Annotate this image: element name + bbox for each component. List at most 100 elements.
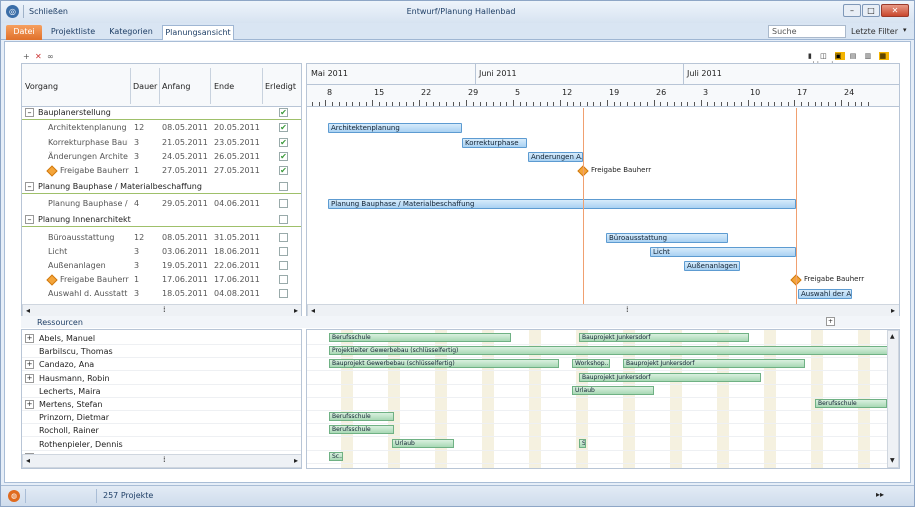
collapse-icon[interactable]: – — [25, 108, 34, 117]
resource-row[interactable]: + Mertens, Stefan — [22, 398, 301, 411]
resource-bar[interactable]: Workshop... — [572, 359, 610, 369]
resource-bar[interactable]: S — [579, 438, 586, 448]
resource-row[interactable]: Rocholl, Rainer — [22, 424, 301, 438]
resource-bar[interactable]: Sc... — [329, 451, 343, 461]
resource-bar[interactable]: Bauprojekt Junkersdorf — [579, 333, 749, 342]
resource-bar[interactable]: Bauprojekt Gewerbebau (schlüsselfertig) — [329, 359, 559, 369]
month-label: Mai 2011 — [311, 69, 348, 78]
task-group-row[interactable]: – Bauplanerstellung ✔ — [22, 106, 301, 120]
task-bar[interactable]: Korrekturphase — [462, 138, 527, 148]
resource-bar[interactable]: Urlaub — [572, 385, 654, 395]
column-header-erledigt[interactable]: Erledigt — [265, 82, 296, 91]
expand-icon[interactable]: + — [25, 373, 34, 383]
resource-gantt-vscroll[interactable]: ▲ ▼ — [887, 330, 899, 468]
done-checkbox[interactable] — [279, 182, 288, 191]
done-checkbox[interactable] — [279, 215, 288, 224]
task-row[interactable]: Büroausstattung 12 08.05.2011 31.05.2011 — [22, 231, 301, 245]
delete-icon[interactable]: ✕ — [35, 52, 42, 61]
task-bar[interactable]: Architektenplanung — [328, 123, 462, 133]
search-input[interactable]: Suche — [768, 25, 846, 38]
tab-planungsansicht[interactable]: Planungsansicht — [162, 25, 234, 40]
tick — [740, 102, 742, 106]
column-header-dauer[interactable]: Dauer — [133, 82, 157, 91]
day-label: 26 — [656, 88, 667, 97]
resource-bar[interactable]: Bauprojekt Junkersdorf — [623, 359, 805, 369]
task-row[interactable]: Änderungen Architekt 3 24.05.2011 26.05.201… — [22, 150, 301, 164]
link-icon[interactable]: ∞ — [47, 52, 54, 61]
task-bar[interactable]: Änderungen A... — [528, 152, 583, 162]
done-checkbox[interactable] — [279, 233, 288, 242]
minimize-button[interactable]: – — [843, 4, 861, 17]
column-header-anfang[interactable]: Anfang — [162, 82, 190, 91]
tab-kategorien[interactable]: Kategorien — [105, 25, 157, 40]
resource-bar[interactable]: Berufsschule — [329, 412, 394, 422]
done-checkbox[interactable] — [279, 275, 288, 284]
tick — [640, 102, 642, 106]
done-checkbox[interactable] — [279, 247, 288, 256]
task-name: Licht — [48, 247, 68, 256]
close-document-button[interactable]: Schließen — [29, 7, 68, 16]
column-header-vorgang[interactable]: Vorgang — [25, 82, 58, 91]
expand-icon[interactable]: + — [25, 400, 34, 409]
resource-name: Candazo, Ana — [39, 360, 95, 370]
recent-filter-dropdown[interactable]: Letzte Filter — [851, 26, 903, 37]
task-row[interactable]: Planung Bauphase / M... 4 29.05.2011 04.06.… — [22, 197, 301, 211]
resource-row[interactable]: Rothenpieler, Dennis — [22, 438, 301, 451]
task-duration: 4 — [134, 199, 140, 208]
task-row[interactable]: Freigabe Bauherr 1 27.05.2011 27.05.2011 ✔ — [22, 164, 301, 178]
task-group-row[interactable]: – Planung Bauphase / Materialbeschaffung — [22, 180, 301, 194]
task-bar[interactable]: Licht — [650, 247, 796, 257]
task-row[interactable]: Architektenplanung 12 08.05.2011 20.05.2011… — [22, 121, 301, 135]
done-checkbox[interactable]: ✔ — [279, 108, 288, 117]
resource-row[interactable]: Barbilscu, Thomas — [22, 345, 301, 359]
done-checkbox[interactable]: ✔ — [279, 123, 288, 132]
resource-row[interactable]: + Candazo, Ana — [22, 358, 301, 372]
task-row[interactable]: Freigabe Bauherr 1 17.06.2011 17.06.2011 — [22, 273, 301, 287]
tab-datei[interactable]: Datei — [6, 25, 42, 40]
resource-list-scrollbar[interactable]: ◂ ⁞ ▸ — [22, 454, 301, 468]
expand-icon[interactable]: + — [25, 360, 34, 370]
resource-bar[interactable]: Berufsschule — [329, 425, 394, 435]
add-icon[interactable]: + — [23, 52, 30, 61]
tick — [667, 102, 669, 106]
column-header-ende[interactable]: Ende — [214, 82, 234, 91]
task-bar[interactable]: Planung Bauphase / Materialbeschaffung — [328, 199, 796, 209]
task-bar[interactable]: Außenanlagen — [684, 261, 740, 271]
task-bar[interactable]: Auswahl der Au... — [798, 289, 852, 299]
task-end: 26.05.2011 — [214, 152, 260, 161]
tick — [593, 102, 595, 106]
collapse-icon[interactable]: – — [25, 182, 34, 191]
task-start: 21.05.2011 — [162, 138, 208, 147]
collapse-icon[interactable]: – — [25, 215, 34, 224]
expand-icon[interactable]: + — [25, 334, 34, 343]
resource-bar[interactable]: Berufsschule — [329, 333, 511, 342]
resource-row[interactable]: + Abels, Manuel — [22, 332, 301, 345]
done-checkbox[interactable] — [279, 199, 288, 208]
tick — [626, 102, 628, 106]
close-window-button[interactable]: ✕ — [881, 4, 909, 17]
maximize-button[interactable]: □ — [862, 4, 880, 17]
done-checkbox[interactable]: ✔ — [279, 166, 288, 175]
done-checkbox[interactable] — [279, 261, 288, 270]
tick — [392, 102, 394, 106]
task-group-row[interactable]: – Planung Innenarchitekt — [22, 213, 301, 227]
done-checkbox[interactable] — [279, 289, 288, 298]
task-row[interactable]: Licht 3 03.06.2011 18.06.2011 — [22, 245, 301, 259]
resource-row[interactable]: + Hausmann, Robin — [22, 372, 301, 385]
collapse-resources-button[interactable]: + — [826, 317, 835, 326]
resource-bar[interactable]: Bauprojekt Junkersdorf — [579, 372, 761, 382]
resource-row[interactable]: Prinzorn, Dietmar — [22, 411, 301, 425]
resource-bar[interactable]: Berufsschule — [815, 399, 887, 408]
resource-row[interactable]: Lecherts, Maira — [22, 385, 301, 398]
task-row[interactable]: Außenanlagen 3 19.05.2011 22.06.2011 — [22, 259, 301, 273]
task-row[interactable]: Korrekturphase Bauherr 3 21.05.2011 23.05.2… — [22, 136, 301, 150]
resource-bar[interactable]: Urlaub — [392, 438, 454, 448]
done-checkbox[interactable]: ✔ — [279, 152, 288, 161]
resource-bar[interactable]: Projektleiter Gewerbebau (schlüsselferti… — [329, 346, 889, 356]
tab-projektliste[interactable]: Projektliste — [47, 25, 99, 40]
status-nav-button[interactable]: ▸▸ — [876, 490, 884, 499]
task-bar[interactable]: Büroausstattung — [606, 233, 728, 243]
tick — [338, 102, 340, 106]
task-row[interactable]: Auswahl d. Ausstattung 3 18.05.2011 04.08.2… — [22, 287, 301, 301]
done-checkbox[interactable]: ✔ — [279, 138, 288, 147]
